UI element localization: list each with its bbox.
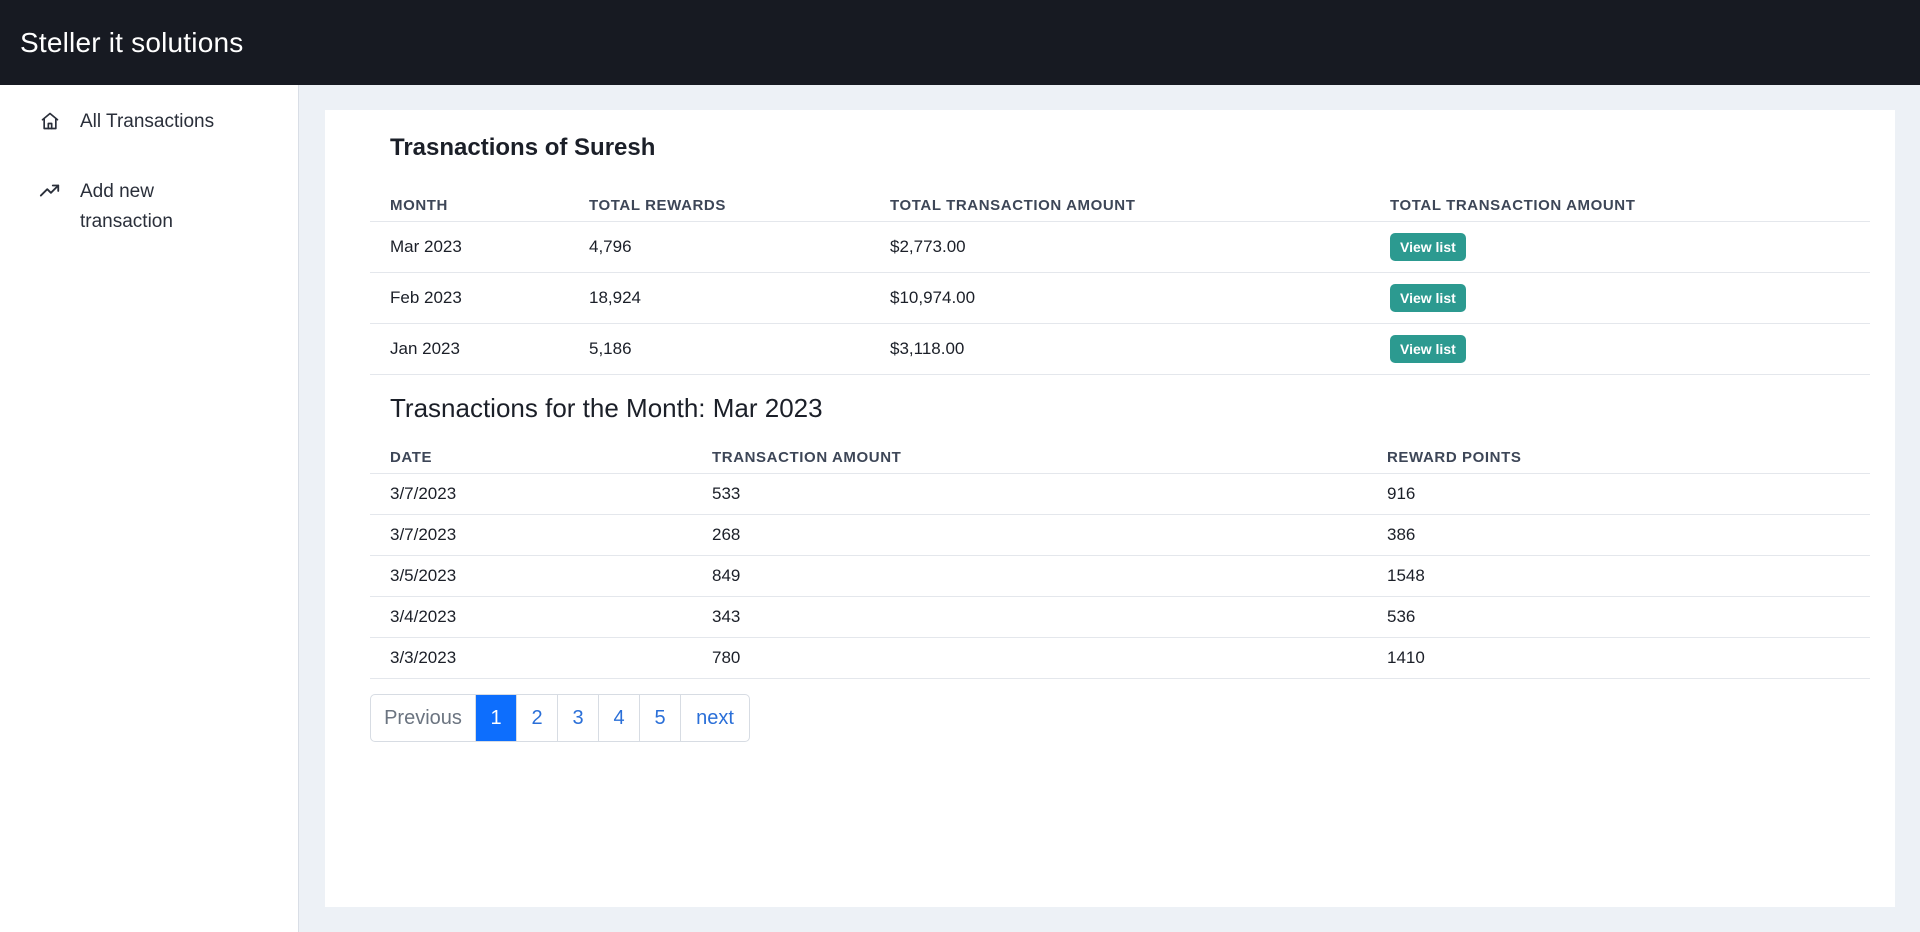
view-list-button[interactable]: View list [1390,233,1466,261]
table-row: 3/3/2023 780 1410 [370,638,1870,679]
action-cell: View list [1390,222,1466,272]
column-header: MONTH [390,197,448,214]
table-row: 3/5/2023 849 1548 [370,556,1870,597]
column-header: TOTAL TRANSACTION AMOUNT [890,197,1136,214]
page-1-button[interactable]: 1 [476,695,517,741]
table-row: 3/7/2023 268 386 [370,515,1870,556]
sidebar-item-all-transactions[interactable]: All Transactions [38,107,220,137]
amount-cell: 343 [712,607,741,626]
column-header: TRANSACTION AMOUNT [712,449,902,466]
table-row: 3/4/2023 343 536 [370,597,1870,638]
table-row: Feb 2023 18,924 $10,974.00 View list [370,273,1870,324]
monthly-transactions-table: DATE TRANSACTION AMOUNT REWARD POINTS 3/… [370,442,1870,679]
table-header-row: DATE TRANSACTION AMOUNT REWARD POINTS [370,442,1870,474]
date-cell: 3/7/2023 [390,525,457,544]
amount-cell: $3,118.00 [890,339,965,358]
date-cell: 3/5/2023 [390,566,457,585]
date-cell: 3/7/2023 [390,484,457,503]
pagination: Previous 1 2 3 4 5 next [370,694,750,742]
sidebar-item-label: Add new transaction [80,181,173,232]
action-cell: View list [1390,273,1466,323]
monthly-title: Trasnactions for the Month: Mar 2023 [390,393,823,423]
month-cell: Jan 2023 [390,339,460,358]
page-2-button[interactable]: 2 [517,695,558,741]
summary-table: MONTH TOTAL REWARDS TOTAL TRANSACTION AM… [370,190,1870,375]
rewards-cell: 5,186 [589,339,632,358]
sidebar: All Transactions Add new transaction [0,85,299,932]
amount-cell: 268 [712,525,741,544]
amount-cell: 533 [712,484,741,503]
table-row: 3/7/2023 533 916 [370,474,1870,515]
view-list-button[interactable]: View list [1390,284,1466,312]
action-cell: View list [1390,324,1466,374]
previous-page-button[interactable]: Previous [371,695,476,741]
page-4-button[interactable]: 4 [599,695,640,741]
points-cell: 386 [1387,525,1416,544]
points-cell: 536 [1387,607,1416,626]
sidebar-item-label: All Transactions [80,111,215,132]
sidebar-item-add-new-transaction[interactable]: Add new transaction [38,177,220,237]
next-page-button[interactable]: next [681,695,749,741]
brand-title[interactable]: Steller it solutions [20,27,243,59]
home-icon [38,109,62,133]
column-header: REWARD POINTS [1387,449,1522,466]
column-header: TOTAL REWARDS [589,197,726,214]
rewards-cell: 18,924 [589,288,641,307]
amount-cell: $10,974.00 [890,288,976,307]
rewards-cell: 4,796 [589,237,632,256]
month-cell: Mar 2023 [390,237,462,256]
month-cell: Feb 2023 [390,288,462,307]
page-5-button[interactable]: 5 [640,695,681,741]
view-list-button[interactable]: View list [1390,335,1466,363]
trending-up-icon [38,179,62,203]
main-card: Trasnactions of Suresh MONTH TOTAL REWAR… [325,110,1895,907]
amount-cell: 780 [712,648,741,667]
date-cell: 3/3/2023 [390,648,457,667]
column-header: DATE [390,449,433,466]
table-row: Jan 2023 5,186 $3,118.00 View list [370,324,1870,375]
top-navbar: Steller it solutions [0,0,1920,85]
points-cell: 916 [1387,484,1416,503]
summary-title: Trasnactions of Suresh [390,134,656,161]
amount-cell: $2,773.00 [890,237,966,256]
date-cell: 3/4/2023 [390,607,457,626]
page-3-button[interactable]: 3 [558,695,599,741]
points-cell: 1410 [1387,648,1425,667]
points-cell: 1548 [1387,566,1425,585]
table-header-row: MONTH TOTAL REWARDS TOTAL TRANSACTION AM… [370,190,1870,222]
amount-cell: 849 [712,566,741,585]
column-header: TOTAL TRANSACTION AMOUNT [1390,197,1636,214]
table-row: Mar 2023 4,796 $2,773.00 View list [370,222,1870,273]
